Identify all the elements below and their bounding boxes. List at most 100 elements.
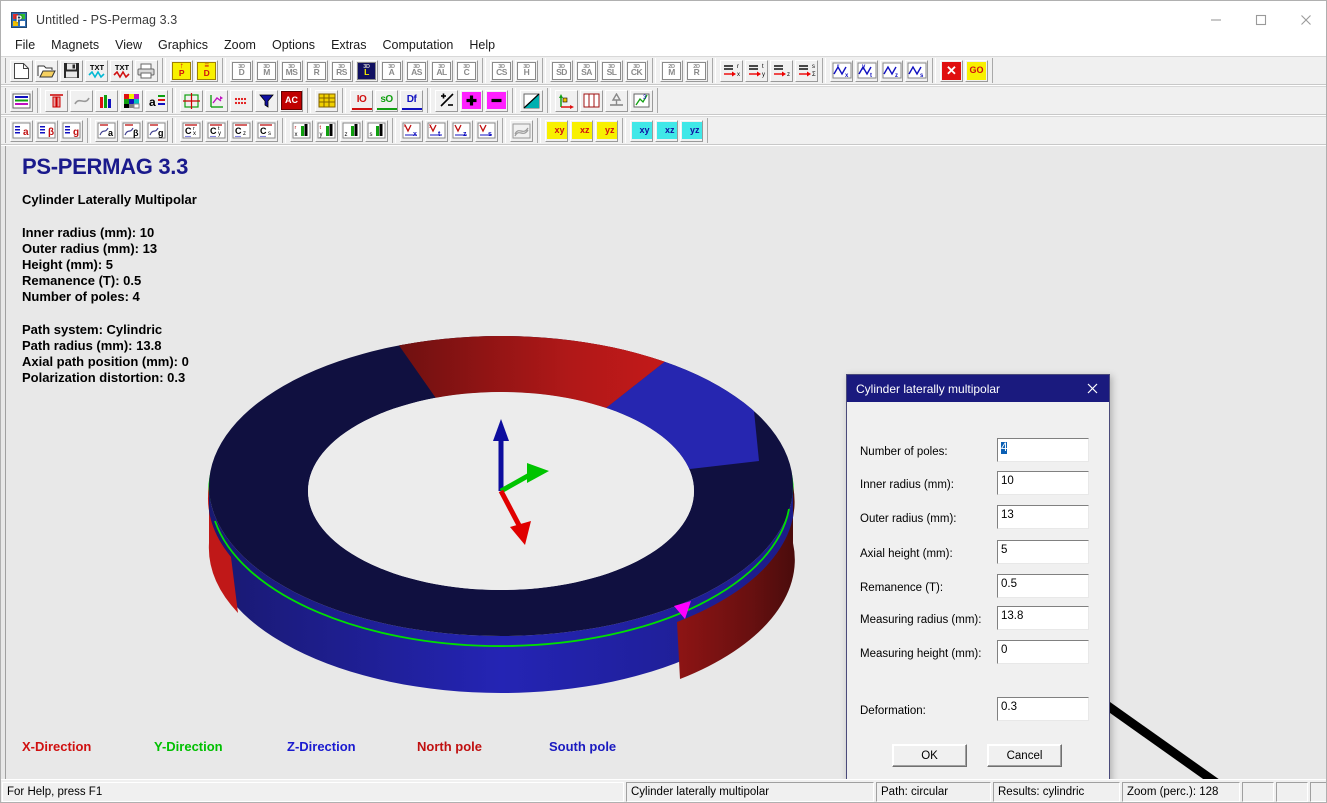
menu-file[interactable]: File [7, 36, 43, 54]
columns-button[interactable] [580, 89, 603, 112]
comp-ty-button[interactable]: Cty [205, 119, 228, 142]
magnet-3d-sl-button[interactable]: 3D SL [600, 59, 623, 82]
open-file-button[interactable] [35, 59, 58, 82]
vector-xy-button[interactable]: xy [630, 119, 653, 142]
curve-s-button[interactable]: s [905, 59, 928, 82]
chart3-button[interactable]: 3 [630, 89, 653, 112]
contrast-button[interactable] [520, 89, 543, 112]
curve-z-button[interactable]: z [880, 59, 903, 82]
center-button[interactable] [605, 89, 628, 112]
magnet-3d-ck-button[interactable]: 3D CK [625, 59, 648, 82]
cancel-button[interactable]: Cancel [987, 744, 1062, 767]
magnet-3d-a-button[interactable]: 3D A [380, 59, 403, 82]
go-button[interactable]: GO [965, 59, 988, 82]
plane-yz-button[interactable]: yz [595, 119, 618, 142]
font-button[interactable]: a [145, 89, 168, 112]
input-measuring-height[interactable]: 0 [997, 640, 1089, 664]
close-button[interactable] [1283, 1, 1326, 38]
io-button[interactable]: IO [350, 89, 373, 112]
dialog-close-icon[interactable] [1075, 375, 1109, 402]
bar-ty-button[interactable]: ty [315, 119, 338, 142]
minimize-button[interactable] [1193, 1, 1238, 38]
graph-z-button[interactable]: z [450, 119, 473, 142]
magnet-3d-sd-button[interactable]: 3D SD [550, 59, 573, 82]
magnet-3d-h-button[interactable]: 3D H [515, 59, 538, 82]
palette-button[interactable] [120, 89, 143, 112]
bar-rx-button[interactable]: rx [290, 119, 313, 142]
dots-button[interactable] [230, 89, 253, 112]
input-number-of-poles[interactable]: 4 [997, 438, 1089, 462]
ac-button[interactable]: AC [280, 89, 303, 112]
rotate-axes-button[interactable] [555, 89, 578, 112]
line-style-button[interactable] [70, 89, 93, 112]
path-ty-button[interactable]: ty [745, 59, 768, 82]
maximize-button[interactable] [1238, 1, 1283, 38]
magnet-3d-as-button[interactable]: 3D AS [405, 59, 428, 82]
df-button[interactable]: Df [400, 89, 423, 112]
grid-button[interactable] [180, 89, 203, 112]
table-button[interactable] [315, 89, 338, 112]
curve-yt-button[interactable]: yt [855, 59, 878, 82]
magnet-3d-r-button[interactable]: 3D R [305, 59, 328, 82]
graph-rx-button[interactable]: rx [400, 119, 423, 142]
comp-s-button[interactable]: Cs [255, 119, 278, 142]
so-button[interactable]: sO [375, 89, 398, 112]
curve-g-button[interactable]: g [145, 119, 168, 142]
save-file-button[interactable] [60, 59, 83, 82]
magnet-3d-c-button[interactable]: 3D C [455, 59, 478, 82]
path-z-button[interactable]: z [770, 59, 793, 82]
magnet-3d-rs-button[interactable]: 3D RS [330, 59, 353, 82]
input-inner-radius[interactable]: 10 [997, 471, 1089, 495]
column-button[interactable] [45, 89, 68, 112]
plane-xz-button[interactable]: xz [570, 119, 593, 142]
new-file-button[interactable] [10, 59, 33, 82]
ok-button[interactable]: OK [892, 744, 967, 767]
magnet-3d-d-button[interactable]: 3D D [230, 59, 253, 82]
graph-s-button[interactable]: s [475, 119, 498, 142]
vector-xz-button[interactable]: xz [655, 119, 678, 142]
alpha-a-button[interactable]: a [10, 119, 33, 142]
data-list-button[interactable]: ≡ D [195, 59, 218, 82]
magnet-3d-sa-button[interactable]: 3D SA [575, 59, 598, 82]
magnet-3d-cs-button[interactable]: 3D CS [490, 59, 513, 82]
layers-button[interactable] [10, 89, 33, 112]
plusminus-button[interactable] [435, 89, 458, 112]
import-text-button[interactable]: TXT [85, 59, 108, 82]
menu-zoom[interactable]: Zoom [216, 36, 264, 54]
path-rx-button[interactable]: rx [720, 59, 743, 82]
curve-a-button[interactable]: a [95, 119, 118, 142]
magnet-3d-ms-button[interactable]: 3D MS [280, 59, 303, 82]
menu-options[interactable]: Options [264, 36, 323, 54]
menu-view[interactable]: View [107, 36, 150, 54]
comp-rx-button[interactable]: Crx [180, 119, 203, 142]
curve-xy-button[interactable]: rx [830, 59, 853, 82]
axes-button[interactable] [205, 89, 228, 112]
alpha-beta-button[interactable]: β [35, 119, 58, 142]
bar-z-button[interactable]: z [340, 119, 363, 142]
comp-z-button[interactable]: Cz [230, 119, 253, 142]
graph-ty-button[interactable]: yt [425, 119, 448, 142]
input-outer-radius[interactable]: 13 [997, 505, 1089, 529]
bar-color-button[interactable] [95, 89, 118, 112]
menu-graphics[interactable]: Graphics [150, 36, 216, 54]
input-axial-height[interactable]: 5 [997, 540, 1089, 564]
input-measuring-radius[interactable]: 13.8 [997, 606, 1089, 630]
stop-button[interactable]: ✕ [940, 59, 963, 82]
zoom-in-button[interactable] [460, 89, 483, 112]
parameters-button[interactable]: ↑ P [170, 59, 193, 82]
vector-yz-button[interactable]: yz [680, 119, 703, 142]
surface-button[interactable] [510, 119, 533, 142]
plane-xy-button[interactable]: xy [545, 119, 568, 142]
print-button[interactable] [135, 59, 158, 82]
magnet-3d-l-button[interactable]: 3D L [355, 59, 378, 82]
magnet-3d-al-button[interactable]: 3D AL [430, 59, 453, 82]
curve-beta-button[interactable]: β [120, 119, 143, 142]
funnel-button[interactable] [255, 89, 278, 112]
input-deformation[interactable]: 0.3 [997, 697, 1089, 721]
export-text-button[interactable]: TXT [110, 59, 133, 82]
alpha-g-button[interactable]: g [60, 119, 83, 142]
graphics-viewport[interactable]: PS-PERMAG 3.3 Cylinder Laterally Multipo… [5, 146, 1323, 779]
menu-help[interactable]: Help [461, 36, 503, 54]
menu-computation[interactable]: Computation [375, 36, 462, 54]
zoom-out-button[interactable] [485, 89, 508, 112]
